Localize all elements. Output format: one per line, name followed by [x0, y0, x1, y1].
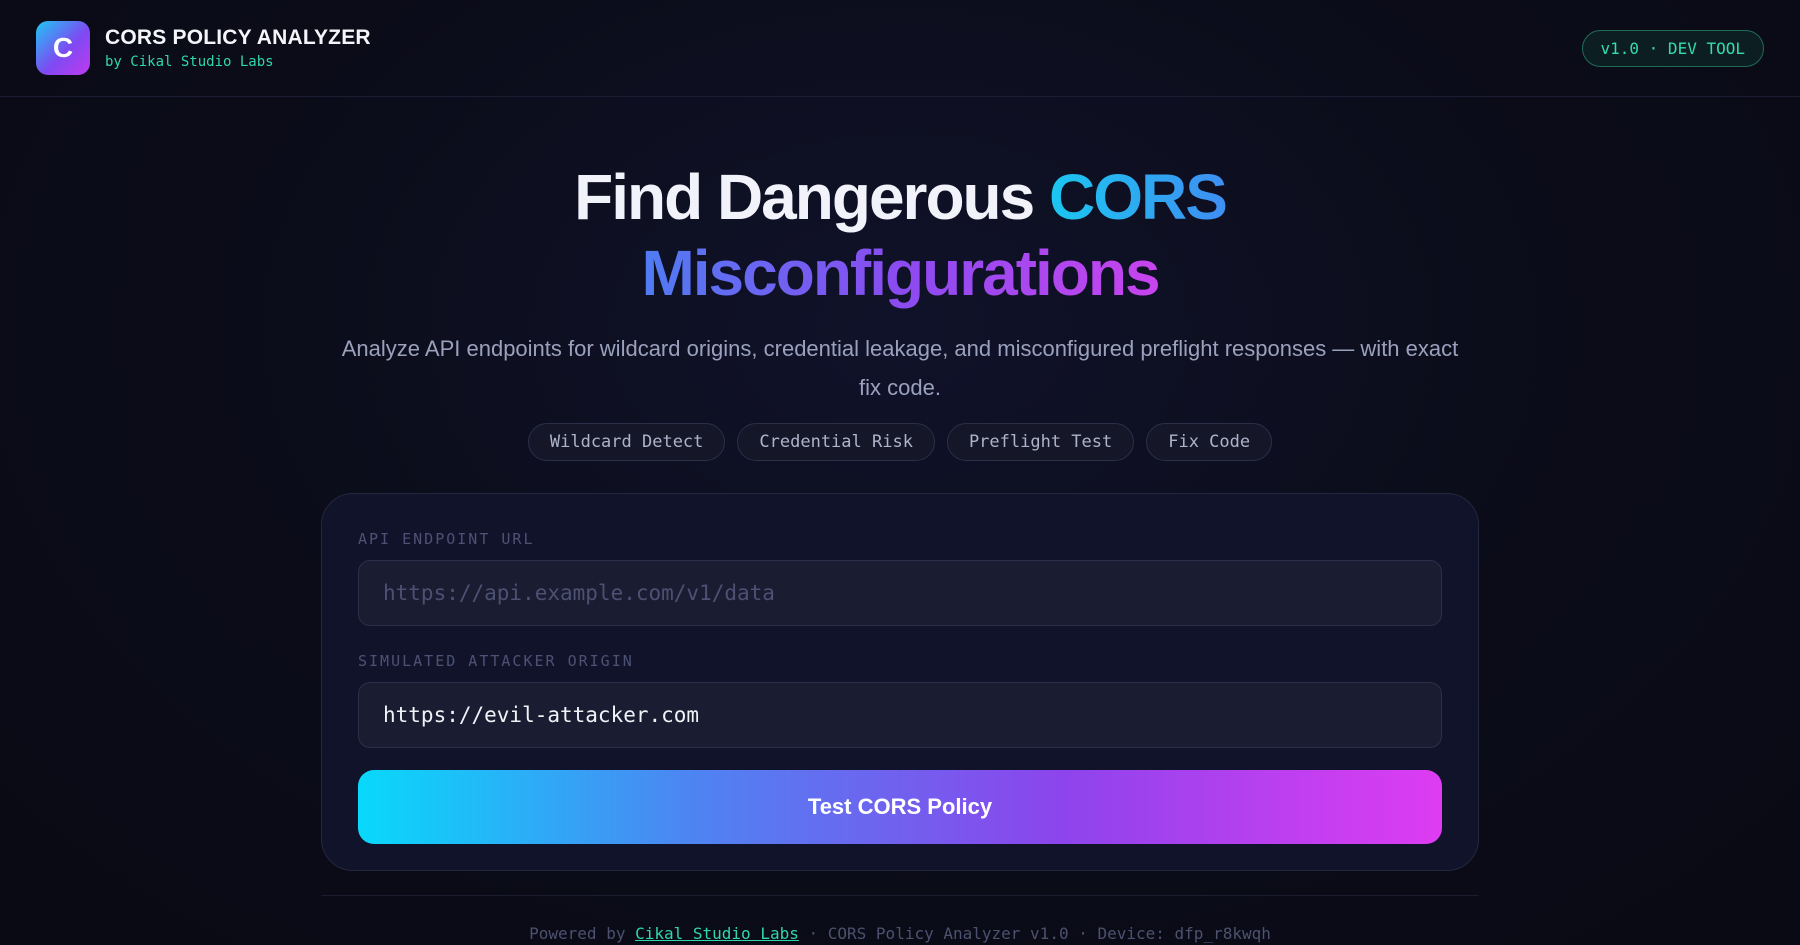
brand[interactable]: C CORS POLICY ANALYZER by Cikal Studio L…: [36, 21, 371, 75]
headline-part1: Find Dangerous: [574, 161, 1049, 233]
app-title: CORS POLICY ANALYZER: [105, 26, 371, 49]
hero-description: Analyze API endpoints for wildcard origi…: [341, 336, 1459, 400]
footer-prefix: Powered by: [529, 924, 636, 943]
top-header: C CORS POLICY ANALYZER by Cikal Studio L…: [0, 0, 1800, 97]
version-badge: v1.0 · DEV TOOL: [1581, 29, 1764, 67]
footer-divider: [321, 895, 1479, 896]
headline-line2: Misconfigurations: [641, 237, 1160, 309]
footer-studio-link[interactable]: Cikal Studio Labs: [635, 924, 799, 943]
logo-icon: C: [36, 21, 90, 75]
test-cors-button[interactable]: Test CORS Policy: [358, 770, 1442, 844]
footer-suffix: · CORS Policy Analyzer v1.0 · Device: df…: [798, 924, 1271, 943]
footer: Powered by Cikal Studio Labs · CORS Poli…: [0, 924, 1800, 943]
feature-tag: Credential Risk: [737, 423, 935, 461]
analyzer-form: API ENDPOINT URL SIMULATED ATTACKER ORIG…: [321, 493, 1479, 871]
feature-tag: Preflight Test: [946, 423, 1135, 461]
feature-tag: Fix Code: [1146, 423, 1273, 461]
app-subtitle: by Cikal Studio Labs: [105, 54, 274, 70]
feature-tags: Wildcard Detect Credential Risk Prefligh…: [0, 423, 1800, 461]
origin-label: SIMULATED ATTACKER ORIGIN: [358, 652, 634, 670]
brand-text: CORS POLICY ANALYZER by Cikal Studio Lab…: [105, 26, 371, 70]
attacker-origin-input[interactable]: [358, 682, 1442, 748]
hero-section: Find Dangerous CORS Misconfigurations An…: [0, 159, 1800, 461]
feature-tag: Wildcard Detect: [527, 423, 726, 461]
page-title: Find Dangerous CORS Misconfigurations: [0, 159, 1800, 311]
logo-letter: C: [52, 32, 74, 63]
endpoint-url-input[interactable]: [358, 560, 1442, 626]
endpoint-label: API ENDPOINT URL: [358, 530, 535, 548]
page: C CORS POLICY ANALYZER by Cikal Studio L…: [0, 0, 1800, 945]
headline-highlight: CORS: [1049, 161, 1228, 233]
